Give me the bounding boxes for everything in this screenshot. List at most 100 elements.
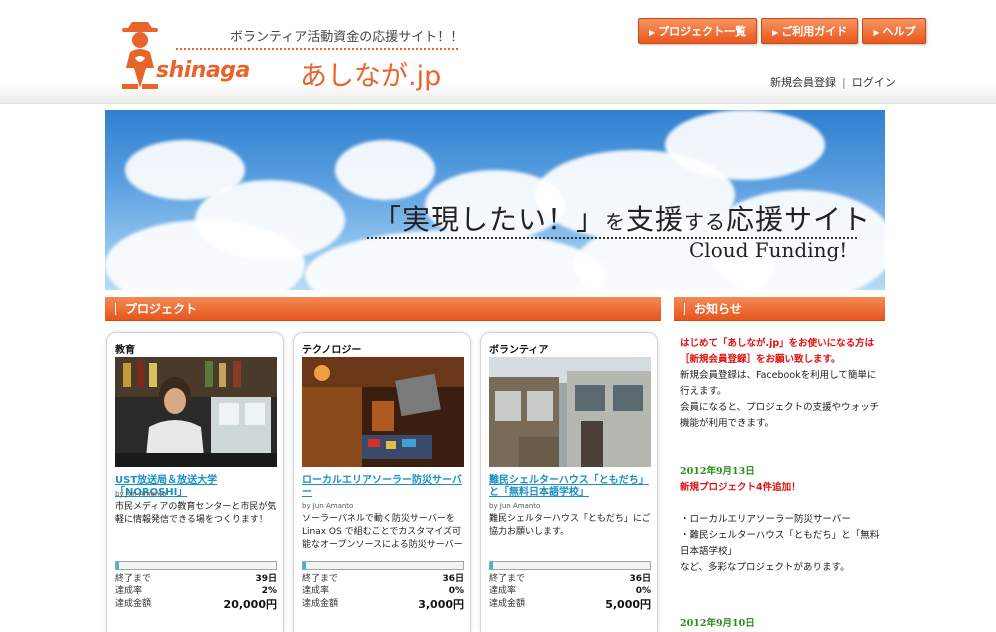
- section-title: プロジェクト: [125, 302, 198, 316]
- site-logo[interactable]: shinaga ボランティア活動資金の応援サイト！！ あしなが.jp: [118, 14, 463, 96]
- project-category: テクノロジー: [302, 345, 362, 356]
- project-stats: 終了まで 39日 達成率 2% 達成金額 20,000円: [115, 573, 277, 612]
- project-card[interactable]: 教育 UST放送局＆放送大学「NOROSHI」 by Jun Amanto 市民…: [106, 332, 284, 632]
- news-intro-text: 新規会員登録は、Facebookを利用して簡単に行えます。: [680, 370, 877, 397]
- logo-site-name: あしなが.jp: [300, 61, 442, 92]
- project-author: by Jun Amanto: [302, 502, 354, 510]
- cloud-shape: [335, 140, 435, 200]
- site-header: shinaga ボランティア活動資金の応援サイト！！ あしなが.jp ▶ プロジェ…: [0, 0, 996, 104]
- projects-section-header: プロジェクト: [105, 297, 661, 321]
- stat-label: 達成金額: [489, 599, 526, 609]
- stat-label: 終了まで: [489, 574, 526, 584]
- funding-progress-fill: [303, 562, 307, 569]
- site-tagline: ボランティア活動資金の応援サイト！！: [230, 30, 464, 45]
- hero-headline: 「実現したい！」を支援する応援サイト: [373, 198, 871, 238]
- triangle-right-icon: ▶: [649, 28, 656, 37]
- stat-row-amount: 達成金額 3,000円: [302, 597, 464, 612]
- news-section-header: お知らせ: [674, 297, 885, 321]
- news-spacer: [680, 576, 880, 616]
- nav-project-list-button[interactable]: ▶ プロジェクト一覧: [638, 18, 758, 44]
- hero-headline-part: を: [605, 210, 627, 234]
- stat-value: 39日: [255, 574, 277, 584]
- hero-headline-part: 応援サイト: [726, 203, 872, 236]
- project-photo-image: [115, 357, 277, 467]
- stat-label: 達成率: [115, 586, 143, 596]
- project-category: 教育: [115, 345, 135, 356]
- funding-progress-fill: [490, 562, 494, 569]
- project-stats: 終了まで 36日 達成率 0% 達成金額 3,000円: [302, 573, 464, 612]
- project-card[interactable]: テクノロジー ローカルエリアソーラー防災サーバー by Jun Amanto ソ…: [293, 332, 471, 632]
- funding-progress-fill: [116, 562, 120, 569]
- news-date: 2012年9月13日: [680, 466, 755, 477]
- project-photo[interactable]: [115, 357, 277, 467]
- login-link[interactable]: ログイン: [852, 76, 896, 89]
- nav-label: プロジェクト一覧: [658, 25, 747, 38]
- stat-row-rate: 達成率 0%: [302, 585, 464, 597]
- stat-label: 達成金額: [302, 599, 339, 609]
- nav-user-guide-button[interactable]: ▶ ご利用ガイド: [761, 18, 859, 44]
- project-description: ソーラーパネルで動く防災サーバーをLinax OS で組むことでカスタマイズ可能…: [302, 514, 463, 550]
- stat-label: 達成金額: [115, 599, 152, 609]
- hero-headline-part: する: [684, 210, 727, 234]
- stat-value: 36日: [629, 574, 651, 584]
- funding-progress-bar: [489, 561, 651, 570]
- stat-value: 3,000円: [418, 598, 464, 611]
- news-headline: 新規プロジェクト4件追加！: [680, 482, 801, 493]
- top-navigation: ▶ プロジェクト一覧 ▶ ご利用ガイド ▶ ヘルプ: [638, 18, 927, 44]
- project-photo-image: [302, 357, 464, 467]
- news-line: ・難民シェルターハウス「ともだち」と「無料日本語学校」: [680, 530, 880, 557]
- news-spacer: [680, 432, 880, 464]
- project-category: ボランティア: [489, 345, 549, 356]
- project-author: by Jun Amanto: [115, 490, 167, 498]
- stat-value: 5,000円: [605, 598, 651, 611]
- news-intro-highlight: はじめて「あしなが.jp」をお使いになる方は［新規会員登録］をお願い致します。: [680, 338, 875, 365]
- stat-row-days-left: 終了まで 36日: [489, 573, 651, 585]
- stat-label: 終了まで: [115, 574, 152, 584]
- page: shinaga ボランティア活動資金の応援サイト！！ あしなが.jp ▶ プロジェ…: [0, 0, 996, 632]
- triangle-right-icon: ▶: [772, 28, 779, 37]
- news-panel: はじめて「あしなが.jp」をお使いになる方は［新規会員登録］をお願い致します。 …: [680, 336, 880, 632]
- news-line: など、多彩なプロジェクトがあります。: [680, 562, 850, 573]
- cloud-shape: [305, 230, 605, 290]
- cloud-shape: [195, 180, 345, 260]
- project-stats: 終了まで 36日 達成率 0% 達成金額 5,000円: [489, 573, 651, 612]
- stat-label: 終了まで: [302, 574, 339, 584]
- project-card[interactable]: ボランティア 難民シェルターハウス「ともだち」と「無料日本語学校」 by Jun…: [480, 332, 658, 632]
- stat-row-rate: 達成率 2%: [115, 585, 277, 597]
- stat-row-rate: 達成率 0%: [489, 585, 651, 597]
- stat-row-amount: 達成金額 20,000円: [115, 597, 277, 612]
- stat-value: 2%: [261, 586, 277, 596]
- section-title: お知らせ: [694, 302, 742, 316]
- account-links: 新規会員登録 | ログイン: [770, 74, 896, 90]
- project-description: 市民メディアの教育センターと市民が気軽に情報発信できる場をつくります！: [115, 502, 277, 525]
- stat-value: 36日: [442, 574, 464, 584]
- project-photo-image: [489, 357, 651, 467]
- project-photo[interactable]: [302, 357, 464, 467]
- project-title-link[interactable]: ローカルエリアソーラー防災サーバー: [302, 475, 466, 499]
- stat-value: 0%: [635, 586, 651, 596]
- stat-value: 20,000円: [223, 598, 277, 611]
- news-spacer: [680, 496, 880, 512]
- project-author: by Jun Amanto: [489, 502, 541, 510]
- account-separator: |: [842, 76, 846, 89]
- news-date: 2012年9月10日: [680, 618, 755, 629]
- cloud-shape: [665, 110, 825, 180]
- news-line: ・ローカルエリアソーラー防災サーバー: [680, 514, 851, 525]
- stat-value: 0%: [448, 586, 464, 596]
- stat-label: 達成率: [302, 586, 330, 596]
- stat-label: 達成率: [489, 586, 517, 596]
- hero-subtitle: Cloud Funding!: [689, 238, 848, 262]
- tagline-divider: [176, 48, 458, 50]
- nav-help-button[interactable]: ▶ ヘルプ: [862, 18, 927, 44]
- triangle-right-icon: ▶: [873, 28, 880, 37]
- stat-row-days-left: 終了まで 36日: [302, 573, 464, 585]
- register-link[interactable]: 新規会員登録: [770, 76, 836, 89]
- project-title-link[interactable]: 難民シェルターハウス「ともだち」と「無料日本語学校」: [489, 475, 653, 499]
- hero-headline-part: 支援: [626, 203, 685, 236]
- nav-label: ヘルプ: [882, 25, 916, 38]
- funding-progress-bar: [115, 561, 277, 570]
- nav-label: ご利用ガイド: [781, 25, 848, 38]
- project-photo[interactable]: [489, 357, 651, 467]
- hero-banner: 「実現したい！」を支援する応援サイト Cloud Funding!: [105, 110, 885, 290]
- stat-row-amount: 達成金額 5,000円: [489, 597, 651, 612]
